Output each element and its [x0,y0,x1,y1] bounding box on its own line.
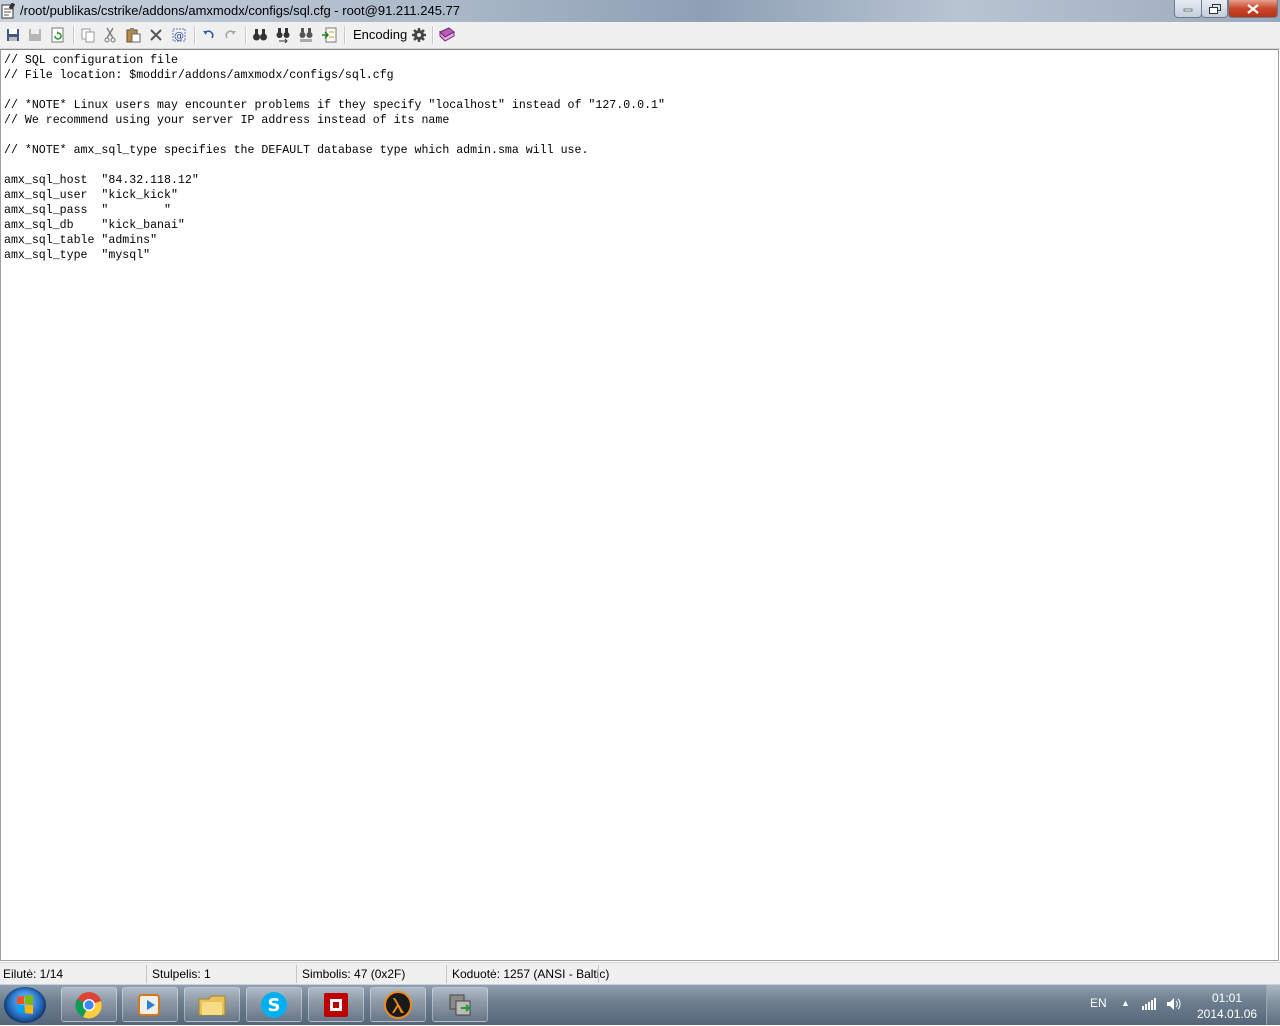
minimize-icon [1183,8,1193,11]
taskbar-half-life[interactable] [370,987,426,1022]
status-bar: Eilutė: 1/14 Stulpelis: 1 Simbolis: 47 (… [0,962,1280,985]
replace-icon[interactable] [296,25,316,45]
title-bar[interactable]: /root/publikas/cstrike/addons/amxmodx/co… [0,0,1280,22]
skype-icon: S [261,991,287,1018]
find-next-icon[interactable] [273,25,293,45]
code-line[interactable] [4,83,665,98]
network-signal-icon[interactable] [1142,998,1156,1010]
status-separator [598,965,599,983]
restore-button[interactable] [1201,0,1228,18]
taskbar-file-explorer[interactable] [184,987,240,1022]
start-button[interactable] [4,987,46,1023]
notepad-app-icon [1,2,16,19]
toolbar-separator [432,26,434,44]
code-line[interactable]: amx_sql_user "kick_kick" [4,188,665,203]
code-line[interactable]: // *NOTE* Linux users may encounter prob… [4,98,665,113]
reload-icon[interactable] [48,25,68,45]
tray-show-hidden-icon[interactable]: ▲ [1121,998,1130,1008]
code-line[interactable]: // File location: $moddir/addons/amxmodx… [4,68,665,83]
volume-icon[interactable] [1166,997,1182,1011]
help-book-icon[interactable] [437,25,457,45]
media-player-icon [138,993,160,1016]
encoding-menu[interactable]: Encoding [353,27,407,42]
save-icon[interactable] [25,25,45,45]
windows-logo-icon [17,995,33,1014]
taskbar-winscp[interactable] [432,987,488,1022]
paste-icon[interactable] [123,25,143,45]
code-line[interactable]: amx_sql_type "mysql" [4,248,665,263]
toolbar-separator [73,26,75,44]
code-line[interactable]: // We recommend using your server IP add… [4,113,665,128]
svg-text:S: S [268,995,281,1016]
half-life-icon [384,990,412,1019]
svg-text:@: @ [174,31,184,42]
status-separator [296,965,297,983]
redo-icon[interactable] [221,25,241,45]
winscp-icon [449,994,471,1015]
close-icon [1247,3,1259,14]
taskbar-chrome[interactable] [61,987,117,1022]
clock-date: 2014.01.06 [1197,1007,1258,1021]
code-line[interactable]: // SQL configuration file [4,53,665,68]
find-icon[interactable] [250,25,270,45]
taskbar-media-player[interactable] [122,987,178,1022]
code-line[interactable] [4,128,665,143]
close-button[interactable] [1228,0,1278,18]
toolbar: @ Encoding [0,22,1280,49]
save-file-icon[interactable] [3,25,23,45]
code-line[interactable]: amx_sql_pass " " [4,203,665,218]
chrome-icon [75,991,102,1018]
undo-icon[interactable] [198,25,218,45]
cut-icon[interactable] [100,25,120,45]
toolbar-separator [194,26,196,44]
select-all-icon[interactable]: @ [169,25,189,45]
editor-content[interactable]: // SQL configuration file// File locatio… [4,53,665,263]
status-separator [146,965,147,983]
code-line[interactable]: amx_sql_host "84.32.118.12" [4,173,665,188]
toolbar-separator [245,26,247,44]
window-title: /root/publikas/cstrike/addons/amxmodx/co… [20,3,461,18]
status-encoding: Koduotė: 1257 (ANSI - Baltic) [452,967,610,981]
filezilla-icon [324,992,348,1017]
text-editor[interactable]: // SQL configuration file// File locatio… [0,49,1279,961]
tray-language[interactable]: EN [1090,996,1107,1010]
show-desktop-button[interactable] [1266,985,1280,1025]
restore-icon [1208,3,1221,14]
status-column: Stulpelis: 1 [152,967,211,981]
delete-icon[interactable] [146,25,166,45]
copy-icon[interactable] [78,25,98,45]
code-line[interactable]: amx_sql_table "admins" [4,233,665,248]
code-line[interactable] [4,158,665,173]
status-separator [446,965,447,983]
toolbar-separator [344,26,346,44]
taskbar-skype[interactable]: S [246,987,302,1022]
taskbar-filezilla[interactable] [308,987,364,1022]
settings-gear-icon[interactable] [409,25,429,45]
code-line[interactable]: amx_sql_db "kick_banai" [4,218,665,233]
go-to-line-icon[interactable] [319,25,339,45]
code-line[interactable]: // *NOTE* amx_sql_type specifies the DEF… [4,143,665,158]
taskbar: S EN ▲ 01:01 2014.01.06 [0,984,1280,1025]
minimize-button[interactable] [1174,0,1202,18]
tray-clock[interactable]: 01:01 2014.01.06 [1197,990,1257,1022]
status-line: Eilutė: 1/14 [3,967,64,981]
status-char: Simbolis: 47 (0x2F) [302,967,406,981]
file-explorer-icon [198,995,226,1015]
clock-time: 01:01 [1211,991,1243,1005]
